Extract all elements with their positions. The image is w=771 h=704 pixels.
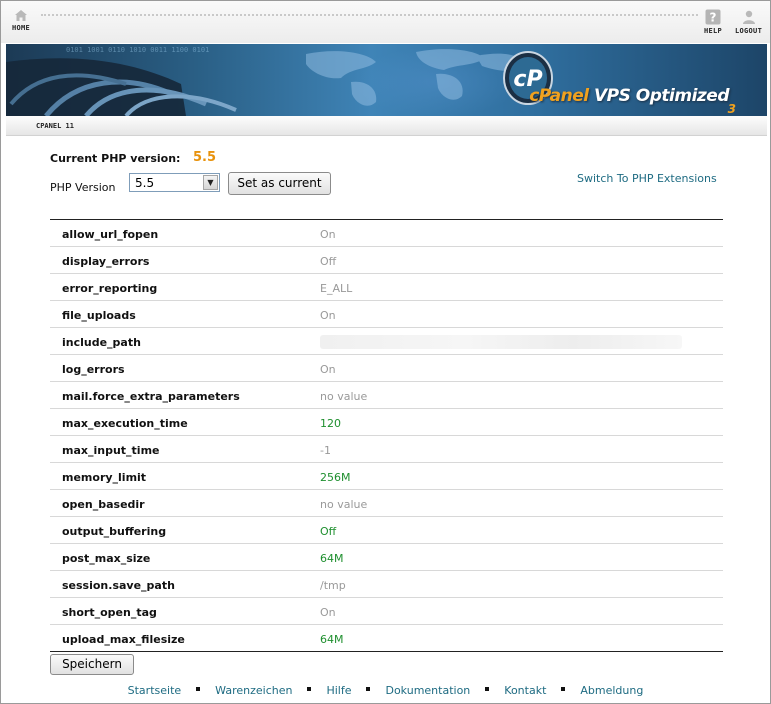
table-row: output_buffering Off	[50, 517, 723, 544]
table-row: post_max_size 64M	[50, 544, 723, 571]
cpanel-window: HOME ? HELP LOGOUT 0101 1001 0110 1010 0…	[0, 0, 771, 704]
table-row: memory_limit 256M	[50, 463, 723, 490]
brand-name: cPanel	[529, 86, 589, 106]
logout-button[interactable]: LOGOUT	[735, 9, 762, 35]
footer-separator	[307, 687, 312, 691]
php-directives-table: allow_url_fopen On display_errors Off error_…	[50, 219, 723, 652]
directive-name: short_open_tag	[62, 606, 157, 619]
directive-value: 64M	[320, 633, 344, 646]
table-row: open_basedir no value	[50, 490, 723, 517]
footer-link[interactable]: Dokumentation	[385, 684, 470, 697]
product-name: VPS Optimized	[594, 86, 730, 106]
directive-value: no value	[320, 498, 368, 511]
current-php-version-value: 5.5	[193, 150, 217, 165]
help-label: HELP	[704, 27, 723, 35]
directive-value-redacted	[320, 335, 682, 349]
footer-separator	[366, 687, 371, 691]
footer-separator	[561, 687, 566, 691]
save-button[interactable]: Speichern	[50, 654, 134, 675]
directive-value: 256M	[320, 471, 351, 484]
table-row: include_path	[50, 328, 723, 355]
directive-value: E_ALL	[320, 282, 353, 295]
directive-name: post_max_size	[62, 552, 151, 565]
table-row: file_uploads On	[50, 301, 723, 328]
table-row: session.save_path/tmp	[50, 571, 723, 598]
cpanel-product-name: cPanel VPS Optimized	[529, 86, 729, 106]
set-as-current-button[interactable]: Set as current	[228, 172, 331, 195]
table-row: short_open_tag On	[50, 598, 723, 625]
directive-name: mail.force_extra_parameters	[62, 390, 240, 403]
directive-value: 64M	[320, 552, 344, 565]
logout-person-icon	[742, 10, 755, 24]
svg-text:0101 1001 0110 1010 0011 1100: 0101 1001 0110 1010 0011 1100 0101	[66, 46, 209, 54]
directive-value: Off	[320, 255, 337, 268]
table-row: display_errors Off	[50, 247, 723, 274]
current-php-version-label: Current PHP version:	[50, 152, 181, 165]
directive-value: On	[320, 363, 336, 376]
table-row: log_errors On	[50, 355, 723, 382]
directive-name: session.save_path	[62, 579, 175, 592]
home-button[interactable]: HOME	[12, 9, 30, 32]
chevron-down-icon[interactable]: ▼	[203, 175, 218, 190]
directive-value: On	[320, 606, 336, 619]
directive-name: max_input_time	[62, 444, 160, 457]
directive-name: upload_max_filesize	[62, 633, 185, 646]
footer-link[interactable]: Warenzeichen	[215, 684, 292, 697]
directive-value: 120	[320, 417, 341, 430]
home-icon	[15, 10, 28, 21]
footer-link[interactable]: Abmeldung	[580, 684, 643, 697]
directive-value: /tmp	[320, 579, 346, 592]
directive-value: Off	[320, 525, 337, 538]
table-row: upload_max_filesize 64M	[50, 625, 723, 652]
nav-divider	[41, 14, 698, 16]
table-row: mail.force_extra_parameters no value	[50, 382, 723, 409]
php-version-label: PHP Version	[50, 181, 116, 194]
logout-label: LOGOUT	[735, 27, 763, 35]
product-edition: 3	[727, 102, 736, 116]
directive-value: On	[320, 309, 336, 322]
table-row: allow_url_fopen On	[50, 220, 723, 247]
footer-separator	[196, 687, 201, 691]
footer-separator	[485, 687, 490, 691]
home-label: HOME	[12, 24, 31, 32]
footer-links: Startseite Warenzeichen Hilfe Dokumentation…	[1, 684, 770, 697]
switch-to-php-extensions-link[interactable]: Switch To PHP Extensions	[577, 172, 717, 185]
footer-link[interactable]: Kontakt	[504, 684, 546, 697]
footer-link[interactable]: Hilfe	[326, 684, 351, 697]
php-version-selected: 5.5	[135, 176, 155, 190]
cpanel-version-label: CPANEL 11	[36, 122, 74, 130]
footer-link[interactable]: Startseite	[128, 684, 182, 697]
directive-name: memory_limit	[62, 471, 147, 484]
directive-name: allow_url_fopen	[62, 228, 159, 241]
directive-name: display_errors	[62, 255, 150, 268]
directive-value: On	[320, 228, 336, 241]
table-row: error_reporting E_ALL	[50, 274, 723, 301]
directive-value: no value	[320, 390, 368, 403]
svg-text:?: ?	[710, 11, 717, 25]
table-row: max_execution_time 120	[50, 409, 723, 436]
directive-name: open_basedir	[62, 498, 145, 511]
table-row: max_input_time -1	[50, 436, 723, 463]
help-icon: ?	[705, 9, 721, 25]
php-version-select[interactable]: 5.5 ▼	[129, 173, 220, 192]
version-strip: CPANEL 11	[6, 116, 767, 136]
directive-value: -1	[320, 444, 331, 457]
top-nav-bar: HOME ? HELP LOGOUT	[1, 1, 770, 43]
directive-name: file_uploads	[62, 309, 136, 322]
help-button[interactable]: ? HELP	[704, 9, 722, 35]
directive-name: log_errors	[62, 363, 125, 376]
directive-name: include_path	[62, 336, 141, 349]
directive-name: output_buffering	[62, 525, 167, 538]
cpanel-banner: 0101 1001 0110 1010 0011 1100 0101 cP cP…	[6, 44, 767, 116]
directive-name: max_execution_time	[62, 417, 188, 430]
directive-name: error_reporting	[62, 282, 158, 295]
